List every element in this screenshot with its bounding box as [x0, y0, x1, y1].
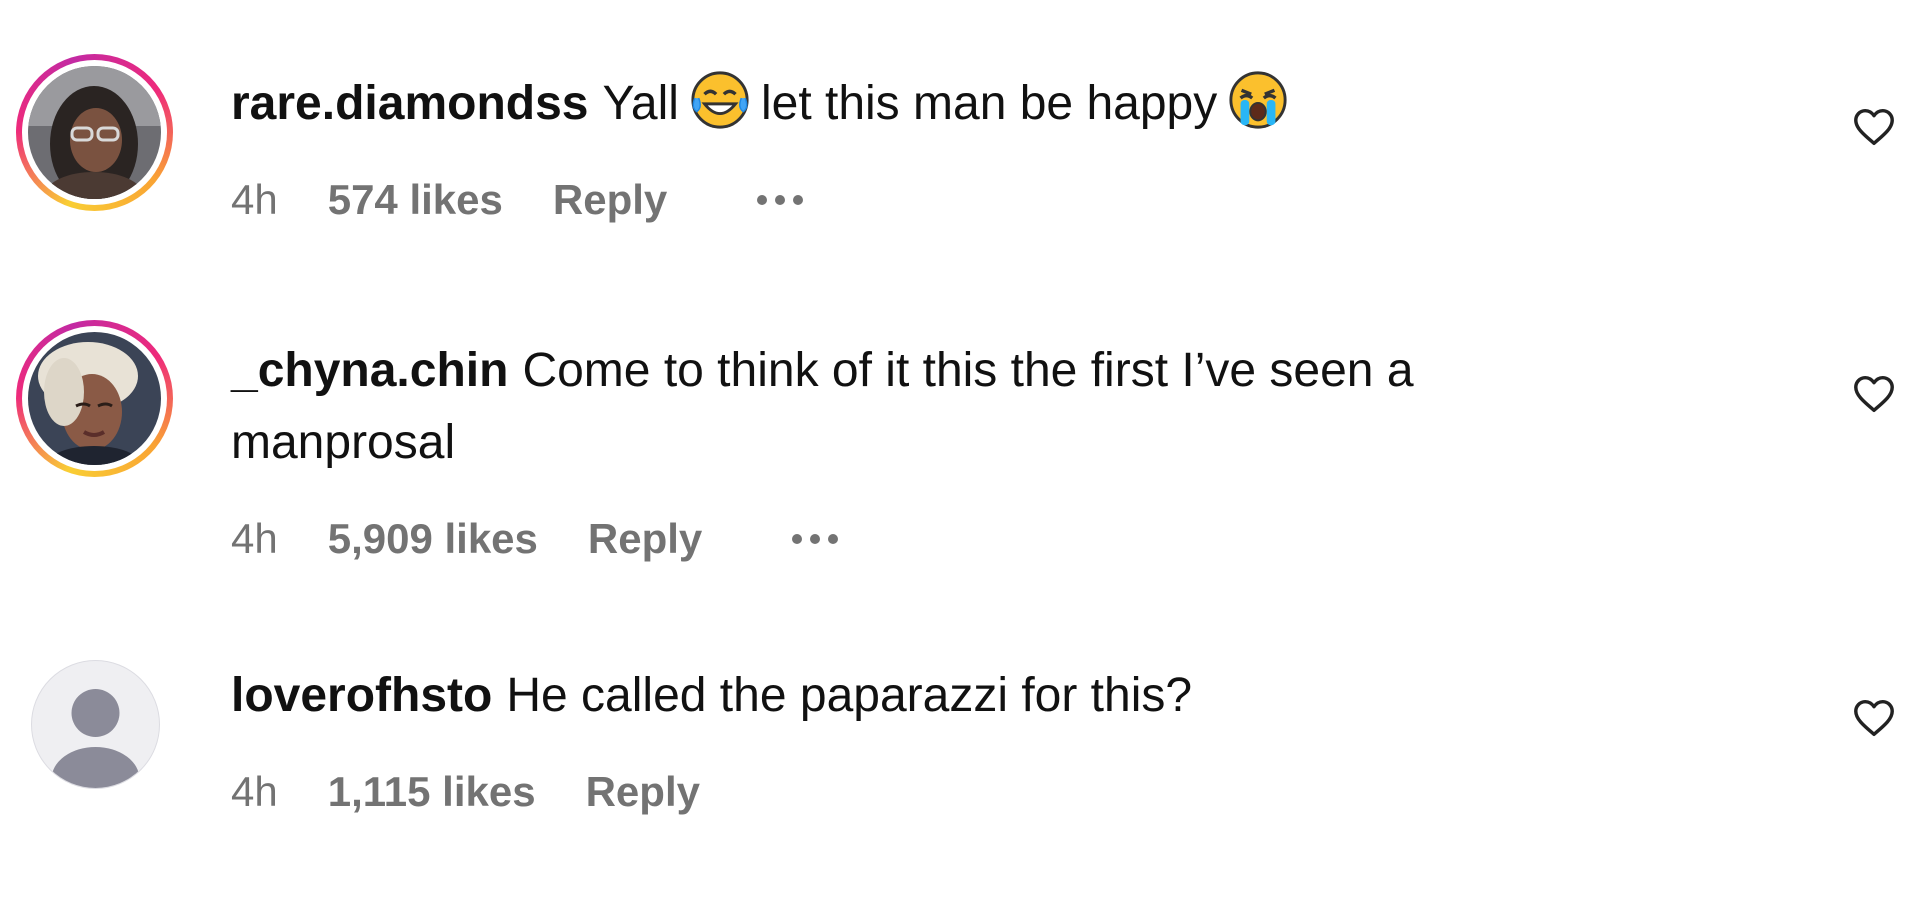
- heart-icon[interactable]: [1851, 104, 1897, 150]
- comment-text: loverofhsto He called the paparazzi for t…: [231, 660, 1611, 732]
- avatar-photo-image: [28, 332, 161, 465]
- heart-icon[interactable]: [1851, 371, 1897, 417]
- comment-likes-count[interactable]: 5,909 likes: [328, 515, 538, 563]
- avatar: [28, 66, 161, 199]
- comment-username[interactable]: _chyna.chin: [231, 344, 508, 397]
- more-options-icon[interactable]: [792, 534, 839, 544]
- comment-meta: 4h 574 likes Reply: [231, 170, 1611, 230]
- comment-text-part: Yall: [602, 77, 679, 130]
- comment-text-part: He called the paparazzi for this?: [506, 669, 1193, 722]
- comment-timestamp: 4h: [231, 768, 278, 815]
- avatar-photo-image: [28, 66, 161, 199]
- comment-username[interactable]: loverofhsto: [231, 669, 492, 722]
- avatar: [28, 332, 161, 465]
- default-user-icon: [51, 689, 140, 788]
- avatar[interactable]: [31, 660, 160, 789]
- comment-meta: 4h 1,115 likes Reply: [231, 762, 1611, 822]
- reply-button[interactable]: Reply: [588, 515, 702, 563]
- reply-button[interactable]: Reply: [553, 176, 667, 224]
- comment-text-part: let this man be happy: [760, 77, 1218, 130]
- face-with-tears-of-joy-icon: [691, 71, 749, 129]
- loudly-crying-face-icon: [1229, 71, 1287, 129]
- comment-username[interactable]: rare.diamondss: [231, 77, 588, 130]
- comment-meta: 4h 5,909 likes Reply: [231, 509, 1611, 569]
- comment-text: _chyna.chin Come to think of it this the …: [231, 335, 1611, 479]
- avatar-story-ring[interactable]: [16, 320, 173, 477]
- comment-timestamp: 4h: [231, 515, 278, 562]
- comment-list: rare.diamondss Yall let this man be happy: [0, 0, 1920, 900]
- reply-button[interactable]: Reply: [586, 768, 700, 816]
- comment-timestamp: 4h: [231, 176, 278, 223]
- avatar-story-ring[interactable]: [16, 54, 173, 211]
- comment-likes-count[interactable]: 574 likes: [328, 176, 503, 224]
- comment-text: rare.diamondss Yall let this man be happy: [231, 68, 1611, 140]
- heart-icon[interactable]: [1851, 695, 1897, 741]
- more-options-icon[interactable]: [757, 195, 804, 205]
- comment-likes-count[interactable]: 1,115 likes: [328, 768, 536, 816]
